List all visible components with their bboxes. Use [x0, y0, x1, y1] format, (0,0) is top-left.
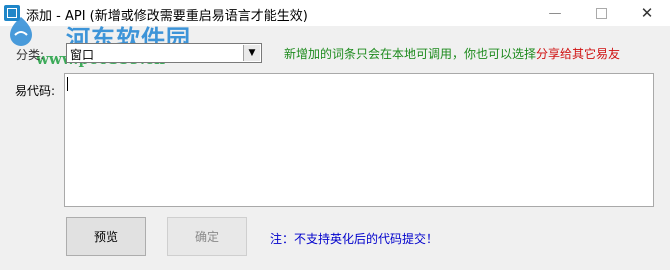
category-selected-value: 窗口: [70, 48, 95, 62]
confirm-button[interactable]: 确定: [167, 217, 247, 256]
hint-local-text: 新增加的词条只会在本地可调用，你也可以选择: [284, 47, 537, 61]
dropdown-arrow-icon[interactable]: ▼: [243, 45, 260, 61]
text-caret: [67, 77, 68, 91]
share-link[interactable]: 分享给其它易友: [536, 47, 620, 61]
category-select[interactable]: 窗口 ▼: [66, 43, 262, 63]
preview-button[interactable]: 预览: [66, 217, 146, 256]
minimize-icon: —: [548, 5, 562, 21]
code-label: 易代码:: [15, 84, 56, 98]
maximize-button[interactable]: [578, 0, 624, 26]
category-label: 分类:: [16, 48, 45, 62]
close-icon: ✕: [640, 4, 654, 22]
window-title: 添加 - API (新增或修改需要重启易语言才能生效): [26, 9, 308, 24]
code-textarea[interactable]: [64, 73, 654, 207]
note-text: 注：不支持英化后的代码提交！: [270, 232, 439, 246]
title-bar: 添加 - API (新增或修改需要重启易语言才能生效) — ✕: [0, 0, 670, 26]
hint-text: 新增加的词条只会在本地可调用，你也可以选择分享给其它易友: [284, 45, 620, 62]
minimize-button[interactable]: —: [532, 0, 578, 26]
maximize-icon: [595, 7, 607, 19]
app-icon: [4, 5, 20, 21]
close-button[interactable]: ✕: [624, 0, 670, 26]
